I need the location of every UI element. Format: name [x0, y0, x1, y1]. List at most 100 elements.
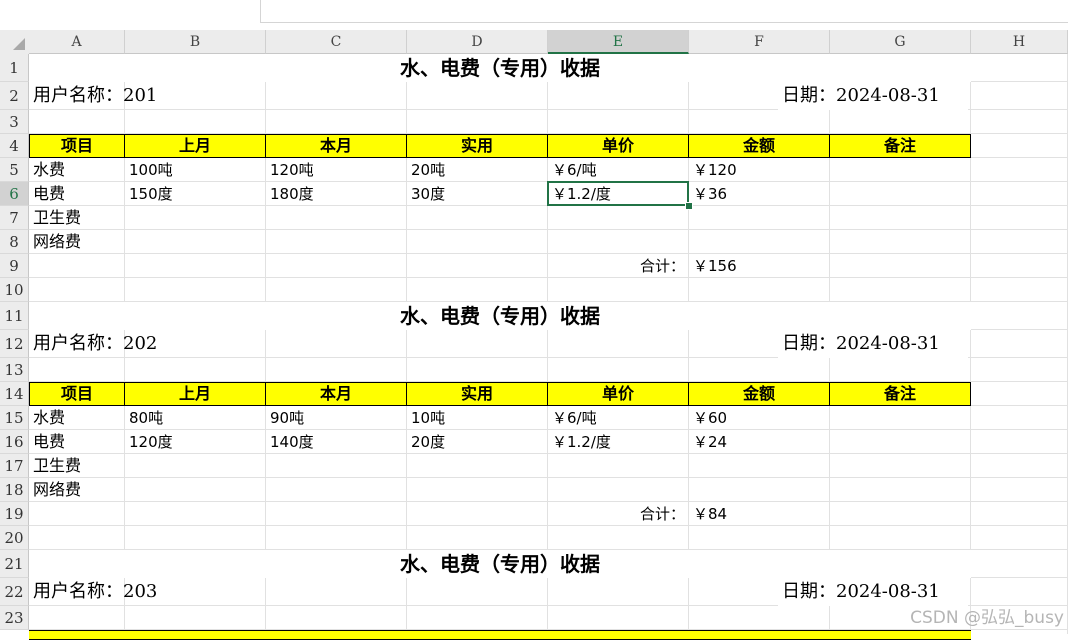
header-cell[interactable]: 单价 — [548, 134, 689, 158]
row-header-20[interactable]: 20 — [0, 526, 29, 550]
item-used-cell[interactable]: 20度 — [407, 430, 548, 454]
formula-input[interactable] — [260, 0, 1068, 23]
item-price-cell[interactable] — [548, 206, 689, 230]
column-header-f[interactable]: F — [689, 30, 830, 54]
header-cell[interactable]: 实用 — [407, 134, 548, 158]
row-header-2[interactable]: 2 — [0, 82, 29, 110]
item-current-cell[interactable]: 120吨 — [266, 158, 407, 182]
column-header-g[interactable]: G — [830, 30, 971, 54]
item-name-cell[interactable]: 卫生费 — [29, 206, 125, 230]
header-cell[interactable]: 金额 — [689, 134, 830, 158]
row-header-3[interactable]: 3 — [0, 110, 29, 134]
item-last-cell[interactable] — [125, 478, 266, 502]
row-header-1[interactable]: 1 — [0, 54, 29, 82]
user-name-cell[interactable]: 用户名称：201 — [29, 82, 329, 110]
item-name-cell[interactable]: 网络费 — [29, 478, 125, 502]
item-amount-cell[interactable] — [689, 206, 830, 230]
header-cell[interactable]: 实用 — [407, 382, 548, 406]
item-amount-cell[interactable] — [689, 478, 830, 502]
item-name-cell[interactable]: 水费 — [29, 158, 125, 182]
column-header-a[interactable]: A — [29, 30, 125, 54]
item-price-cell[interactable] — [548, 454, 689, 478]
item-last-cell[interactable] — [125, 230, 266, 254]
item-current-cell[interactable]: 140度 — [266, 430, 407, 454]
row-header-7[interactable]: 7 — [0, 206, 29, 230]
item-used-cell[interactable] — [407, 206, 548, 230]
item-used-cell[interactable]: 20吨 — [407, 158, 548, 182]
header-cell[interactable]: 单价 — [548, 382, 689, 406]
item-name-cell[interactable]: 卫生费 — [29, 454, 125, 478]
column-header-e[interactable]: E — [548, 30, 689, 54]
item-current-cell[interactable]: 90吨 — [266, 406, 407, 430]
item-current-cell[interactable] — [266, 454, 407, 478]
header-cell[interactable]: 上月 — [125, 134, 266, 158]
item-price-cell[interactable]: ￥1.2/度 — [548, 430, 689, 454]
item-used-cell[interactable] — [407, 478, 548, 502]
row-header-5[interactable]: 5 — [0, 158, 29, 182]
item-last-cell[interactable]: 100吨 — [125, 158, 266, 182]
row-header-4[interactable]: 4 — [0, 134, 29, 158]
item-last-cell[interactable]: 120度 — [125, 430, 266, 454]
item-name-cell[interactable]: 网络费 — [29, 230, 125, 254]
item-last-cell[interactable]: 150度 — [125, 182, 266, 206]
item-price-cell[interactable] — [548, 478, 689, 502]
item-current-cell[interactable] — [266, 206, 407, 230]
total-label-cell[interactable]: 合计： — [548, 502, 689, 526]
header-cell[interactable]: 金额 — [689, 382, 830, 406]
item-price-cell[interactable]: ￥6/吨 — [548, 158, 689, 182]
column-header-d[interactable]: D — [407, 30, 548, 54]
row-header-6[interactable]: 6 — [0, 182, 29, 206]
item-amount-cell[interactable]: ￥60 — [689, 406, 830, 430]
header-cell[interactable]: 备注 — [830, 382, 971, 406]
item-last-cell[interactable] — [125, 454, 266, 478]
total-value-cell[interactable]: ￥84 — [689, 502, 830, 526]
column-header-h[interactable]: H — [971, 30, 1068, 54]
fill-handle[interactable] — [685, 202, 693, 210]
item-used-cell[interactable]: 10吨 — [407, 406, 548, 430]
item-amount-cell[interactable]: ￥36 — [689, 182, 830, 206]
item-used-cell[interactable]: 30度 — [407, 182, 548, 206]
row-header-11[interactable]: 11 — [0, 302, 29, 330]
header-cell[interactable]: 本月 — [266, 382, 407, 406]
row-header-10[interactable]: 10 — [0, 278, 29, 302]
item-current-cell[interactable]: 180度 — [266, 182, 407, 206]
row-header-13[interactable]: 13 — [0, 358, 29, 382]
total-label-cell[interactable]: 合计： — [548, 254, 689, 278]
row-header-16[interactable]: 16 — [0, 430, 29, 454]
row-header-12[interactable]: 12 — [0, 330, 29, 358]
header-cell[interactable]: 备注 — [830, 134, 971, 158]
header-cell[interactable]: 上月 — [125, 382, 266, 406]
row-header-9[interactable]: 9 — [0, 254, 29, 278]
row-header-19[interactable]: 19 — [0, 502, 29, 526]
user-name-cell[interactable]: 用户名称：203 — [29, 578, 329, 606]
item-name-cell[interactable]: 电费 — [29, 430, 125, 454]
item-name-cell[interactable]: 水费 — [29, 406, 125, 430]
item-amount-cell[interactable] — [689, 230, 830, 254]
item-price-cell[interactable] — [548, 230, 689, 254]
row-header-15[interactable]: 15 — [0, 406, 29, 430]
row-header-17[interactable]: 17 — [0, 454, 29, 478]
total-value-cell[interactable]: ￥156 — [689, 254, 830, 278]
item-amount-cell[interactable]: ￥24 — [689, 430, 830, 454]
row-header-23[interactable]: 23 — [0, 606, 29, 630]
row-header-21[interactable]: 21 — [0, 550, 29, 578]
item-price-cell[interactable]: ￥6/吨 — [548, 406, 689, 430]
item-used-cell[interactable] — [407, 230, 548, 254]
item-last-cell[interactable] — [125, 206, 266, 230]
header-cell[interactable]: 本月 — [266, 134, 407, 158]
column-header-b[interactable]: B — [125, 30, 266, 54]
date-cell[interactable]: 日期：2024-08-31 — [778, 578, 968, 606]
date-cell[interactable]: 日期：2024-08-31 — [778, 330, 968, 358]
item-current-cell[interactable] — [266, 230, 407, 254]
row-header-22[interactable]: 22 — [0, 578, 29, 606]
header-cell[interactable]: 项目 — [29, 134, 125, 158]
item-amount-cell[interactable] — [689, 454, 830, 478]
row-header-8[interactable]: 8 — [0, 230, 29, 254]
column-header-c[interactable]: C — [266, 30, 407, 54]
date-cell[interactable]: 日期：2024-08-31 — [778, 82, 968, 110]
active-cell-cursor[interactable] — [547, 181, 689, 206]
item-current-cell[interactable] — [266, 478, 407, 502]
select-all-button[interactable] — [0, 30, 30, 55]
item-amount-cell[interactable]: ￥120 — [689, 158, 830, 182]
row-header-14[interactable]: 14 — [0, 382, 29, 406]
